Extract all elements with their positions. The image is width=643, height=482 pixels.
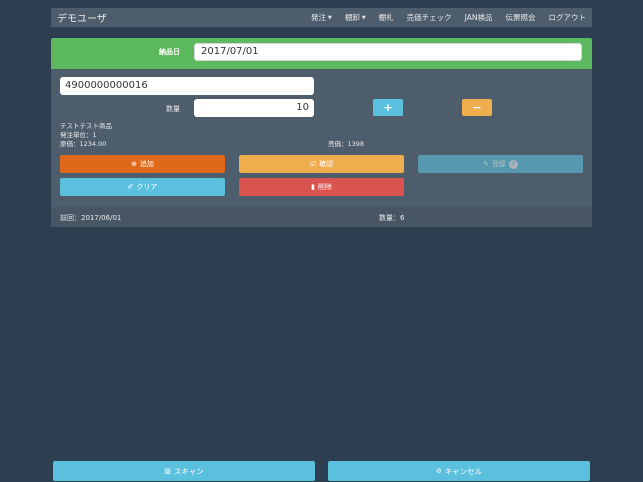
add-button-label: 追加 (139, 160, 154, 168)
order-unit: 発注単位：1 (60, 131, 97, 139)
previous-quantity: 数量：6 (379, 214, 405, 222)
nav-item-label: ログアウト (548, 13, 587, 22)
count-badge: 0 (508, 159, 518, 169)
nav-item-label: 伝票照会 (505, 13, 536, 22)
delete-button-label: 削除 (317, 183, 332, 191)
increment-button[interactable]: + (373, 99, 403, 116)
scan-panel: 4900000000016 数量 10 + − テストテスト商品 発注単位：1 … (51, 69, 592, 207)
cancel-button-label: キャンセル (444, 466, 483, 476)
register-button[interactable]: ✎ 登録 0 (418, 155, 583, 173)
nav-item-logout[interactable]: ログアウト (549, 12, 587, 23)
nav-item-slip-inquiry[interactable]: 伝票照会 (506, 12, 536, 23)
delivery-date-input[interactable]: 2017/07/01 (194, 43, 582, 61)
plus-circle-icon: ⊕ (131, 159, 137, 168)
scan-button-label: スキャン (173, 466, 204, 476)
barcode-icon: ▥ (164, 466, 171, 475)
clear-button[interactable]: ✐ クリア (60, 178, 225, 196)
register-button-label: 登録 (491, 160, 506, 168)
nav-menu: 発注 ▼ 棚卸 ▼ 棚札 売価チェック JAN検品 伝票照会 ログアウト (311, 12, 586, 23)
scan-button[interactable]: ▥ スキャン (53, 461, 315, 481)
decrement-button[interactable]: − (462, 99, 492, 116)
confirm-button-label: 確認 (319, 160, 334, 168)
selling-price: 売価：1398 (328, 140, 365, 148)
nav-item-inventory[interactable]: 棚卸 ▼ (345, 12, 366, 23)
product-code-input[interactable]: 4900000000016 (60, 77, 314, 95)
nav-item-price-check[interactable]: 売価チェック (407, 12, 452, 23)
nav-item-label: 発注 (310, 13, 326, 22)
quantity-label: 数量 (166, 105, 180, 113)
delete-button[interactable]: ▮ 削除 (239, 178, 404, 196)
cancel-button[interactable]: ⊘ キャンセル (328, 461, 590, 481)
nav-item-shelf-tag[interactable]: 棚札 (379, 12, 394, 23)
nav-item-label: 棚卸 (344, 13, 360, 22)
panel-footer: 前回：2017/06/01 数量：6 (51, 207, 592, 227)
minus-icon: − (472, 101, 482, 114)
caret-down-icon: ▼ (327, 14, 332, 21)
product-name: テストテスト商品 (60, 122, 112, 130)
nav-item-jan-inspection[interactable]: JAN検品 (465, 12, 493, 23)
ban-icon: ⊘ (435, 466, 442, 475)
delivery-date-bar: 納品日 2017/07/01 (51, 38, 592, 69)
nav-item-label: 棚札 (378, 13, 394, 22)
nav-item-order[interactable]: 発注 ▼ (311, 12, 332, 23)
previous-date: 前回：2017/06/01 (60, 214, 122, 222)
add-button[interactable]: ⊕ 追加 (60, 155, 225, 173)
nav-item-label: JAN検品 (464, 13, 493, 22)
pencil-icon: ✎ (483, 159, 489, 168)
clear-button-label: クリア (136, 183, 158, 191)
product-info: テストテスト商品 発注単位：1 原価：1234.00 (60, 122, 112, 149)
quantity-input[interactable]: 10 (194, 99, 314, 117)
check-square-icon: ☑ (309, 159, 317, 168)
confirm-button[interactable]: ☑ 確認 (239, 155, 404, 173)
delivery-date-label: 納品日 (159, 48, 180, 56)
user-brand[interactable]: デモユーザ (57, 10, 107, 25)
nav-item-label: 売価チェック (406, 13, 452, 22)
cost-price: 原価：1234.00 (60, 140, 107, 148)
plus-icon: + (383, 101, 393, 114)
top-navbar: デモユーザ 発注 ▼ 棚卸 ▼ 棚札 売価チェック JAN検品 伝票照会 ログア… (51, 8, 592, 27)
trash-icon: ▮ (311, 182, 315, 191)
eraser-icon: ✐ (127, 182, 134, 191)
caret-down-icon: ▼ (361, 14, 366, 21)
